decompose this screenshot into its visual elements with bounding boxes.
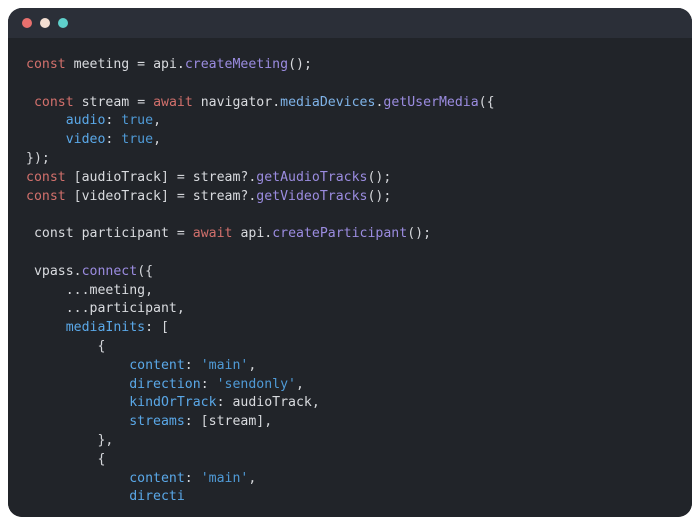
token-call-end: (); [288, 57, 312, 72]
token-streams-key: streams [129, 414, 185, 430]
token-get-video-tracks: getVideoTracks [256, 188, 368, 204]
token-assign: = [129, 57, 154, 72]
close-window-icon[interactable] [22, 18, 32, 28]
token-sendonly: 'sendonly' [216, 376, 296, 392]
token-audio-track-1: audioTrack [81, 169, 161, 185]
token-await-2: await [192, 226, 233, 242]
token-spread-meeting: meeting [89, 282, 146, 298]
token-const-4: const [26, 188, 66, 204]
token-create-meeting: createMeeting [184, 57, 289, 72]
token-stream-3: stream [192, 188, 241, 204]
token-create-participant: createParticipant [272, 226, 408, 242]
token-direction-key: direction [129, 376, 201, 392]
token-dot: . [176, 57, 185, 72]
token-main-1: 'main' [200, 357, 249, 373]
token-video-key: video [65, 132, 106, 148]
token-directi-truncated: directi [129, 489, 185, 505]
token-content-key-2: content [129, 470, 185, 486]
token-video-track-1: videoTrack [81, 188, 161, 204]
token-vpass: vpass [33, 263, 74, 279]
token-await: await [153, 94, 193, 110]
token-stream-4: stream [208, 414, 257, 430]
maximize-window-icon[interactable] [58, 18, 68, 28]
token-const: const [26, 57, 66, 72]
token-audio-track-2: audioTrack [232, 395, 312, 411]
token-api: api [153, 57, 177, 72]
token-stream: stream [81, 94, 130, 110]
code-editor-area[interactable]: const meeting = api.createMeeting(); con… [8, 38, 692, 517]
token-meeting: meeting [73, 57, 130, 72]
token-navigator: navigator [200, 94, 273, 110]
token-true-1: true [121, 113, 154, 129]
code-block[interactable]: const meeting = api.createMeeting(); con… [8, 56, 692, 507]
token-api-2: api [240, 226, 265, 242]
token-const-3: const [26, 169, 66, 185]
token-main-2: 'main' [200, 470, 249, 486]
token-content-key-1: content [129, 357, 185, 373]
code-editor-window: const meeting = api.createMeeting(); con… [8, 8, 692, 517]
token-spread-participant: participant [89, 301, 177, 317]
token-kind-or-track-key: kindOrTrack [129, 395, 217, 411]
token-get-audio-tracks: getAudioTracks [256, 169, 368, 185]
token-participant: participant [81, 226, 169, 242]
minimize-window-icon[interactable] [40, 18, 50, 28]
token-const-5: const [33, 226, 74, 242]
traffic-light-controls [22, 18, 68, 28]
code-content: const meeting = api.createMeeting(); con… [26, 57, 495, 505]
token-get-user-media: getUserMedia [383, 94, 479, 110]
token-stream-2: stream [192, 169, 241, 185]
token-media-devices: mediaDevices [280, 94, 376, 110]
token-connect: connect [81, 263, 138, 279]
window-titlebar[interactable] [8, 8, 692, 38]
token-true-2: true [121, 132, 154, 148]
token-const-2: const [33, 94, 74, 110]
token-audio-key: audio [65, 113, 106, 129]
token-media-inits: mediaInits [65, 320, 146, 336]
